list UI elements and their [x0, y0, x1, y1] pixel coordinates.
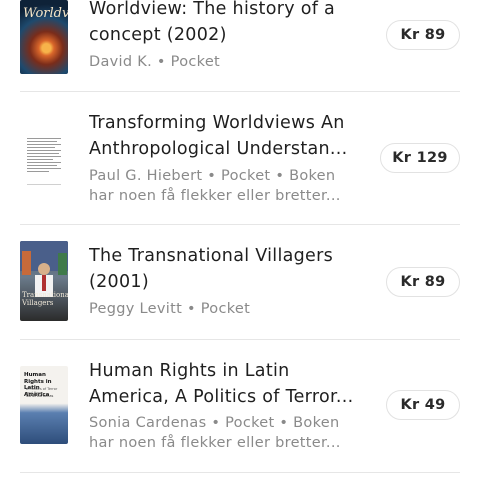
- list-item[interactable]: Human Rights in Latin America A Politics…: [20, 340, 460, 472]
- book-meta-line-2: har noen få flekker eller bretter...: [89, 435, 341, 451]
- book-title-line-2[interactable]: America, A Politics of Terror...: [89, 384, 369, 410]
- book-title-line-2[interactable]: Anthropological Understan...: [89, 136, 369, 162]
- book-title-line-1[interactable]: The Transnational Villagers: [89, 243, 369, 269]
- cover-title-text: Transnational Villagers: [22, 291, 68, 307]
- price-button[interactable]: Kr 89: [386, 20, 460, 50]
- cover-author-text: Sonia Cardenas: [26, 394, 54, 398]
- book-cover-image[interactable]: Human Rights in Latin America A Politics…: [20, 366, 68, 444]
- book-meta: David K. • Pocket: [89, 54, 221, 70]
- price-button[interactable]: Kr 89: [386, 267, 460, 297]
- book-cover-image[interactable]: [20, 132, 68, 194]
- cover-title-text: Worldview: [23, 6, 68, 21]
- cover-page-thumbnail: [24, 134, 64, 190]
- book-title-line-2[interactable]: (2001): [89, 269, 369, 295]
- list-item[interactable]: Transnational Villagers The Transnational…: [20, 225, 460, 339]
- book-listing-list: Worldview Worldview: The history of a co…: [0, 0, 480, 480]
- book-cover-image[interactable]: Transnational Villagers: [20, 241, 68, 321]
- divider: [20, 472, 460, 473]
- price-button[interactable]: Kr 49: [386, 390, 460, 420]
- book-meta-line-2: har noen få flekker eller bretter...: [89, 188, 341, 204]
- book-meta-line-1: Paul G. Hiebert • Pocket • Boken: [89, 168, 336, 184]
- price-button[interactable]: Kr 129: [380, 143, 460, 173]
- book-title-line-1[interactable]: Human Rights in Latin: [89, 358, 369, 384]
- book-cover-image[interactable]: Worldview: [20, 0, 68, 74]
- book-title-line-2[interactable]: concept (2002): [89, 22, 369, 48]
- list-item[interactable]: Worldview Worldview: The history of a co…: [20, 0, 460, 92]
- book-meta: Peggy Levitt • Pocket: [89, 301, 251, 317]
- book-title-line-1[interactable]: Worldview: The history of a: [89, 0, 369, 22]
- book-title-line-1[interactable]: Transforming Worldviews An: [89, 110, 369, 136]
- cover-illustration: [20, 241, 68, 297]
- list-item[interactable]: Transforming Worldviews An Anthropologic…: [20, 92, 460, 224]
- book-meta-line-1: Sonia Cardenas • Pocket • Boken: [89, 415, 340, 431]
